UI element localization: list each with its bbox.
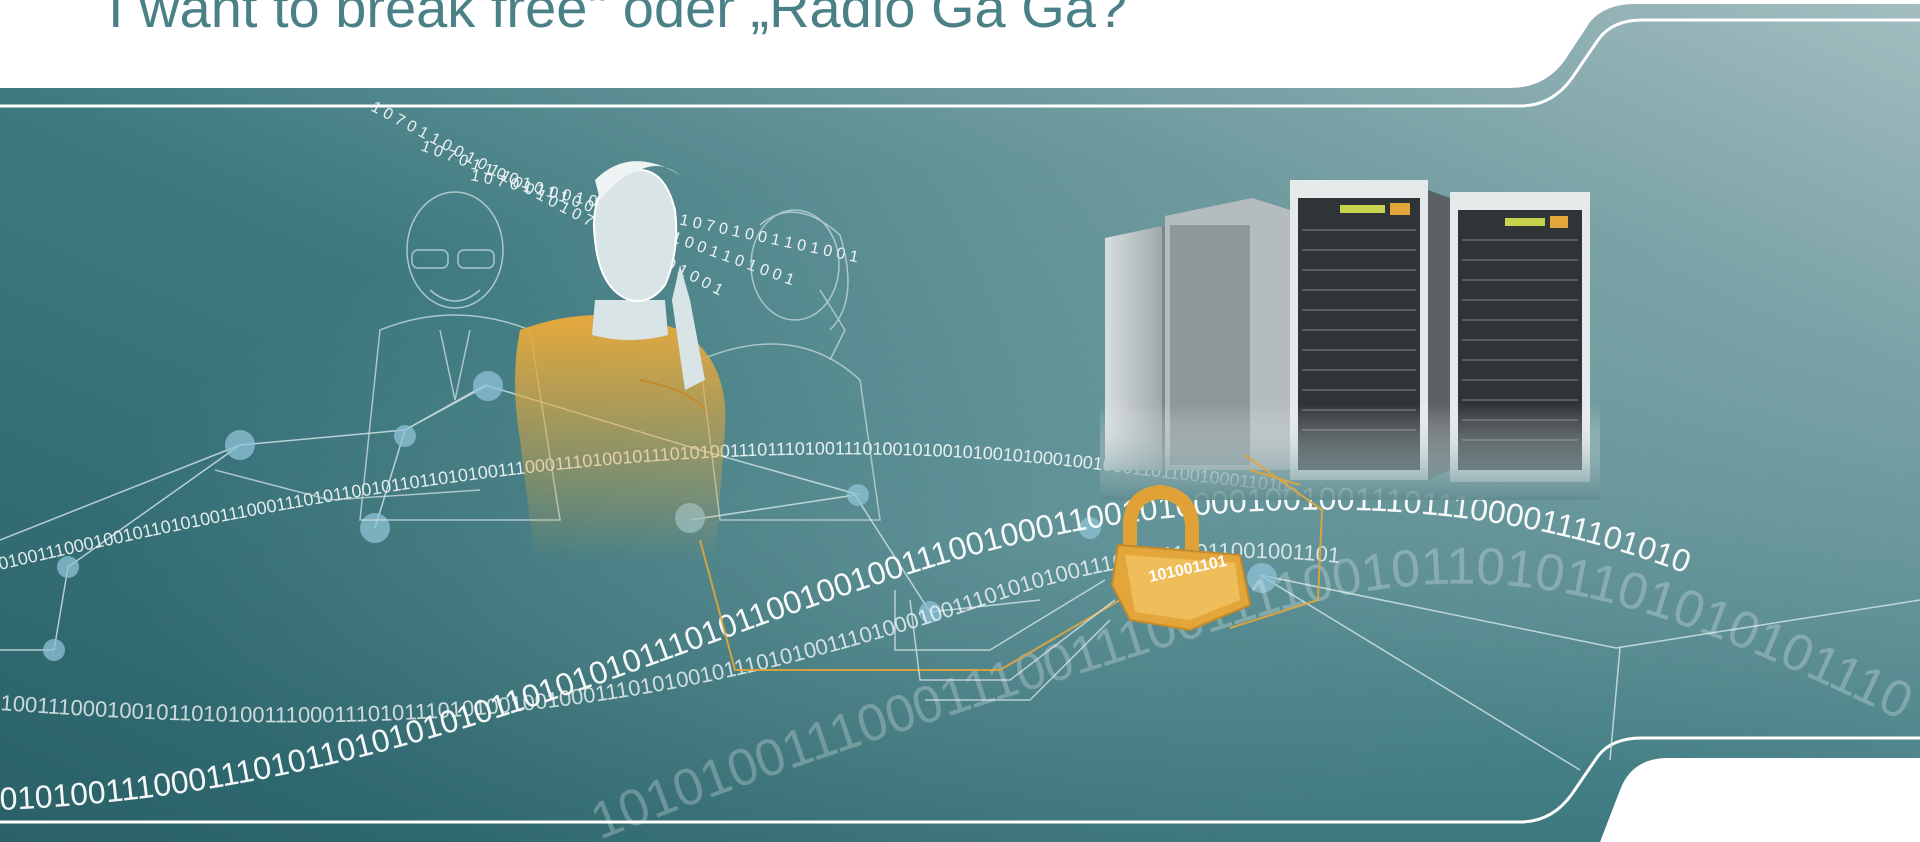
frame-corner-white: [1600, 758, 1920, 842]
server-rack-icon: [1100, 180, 1600, 500]
slide: I want to break free" oder „Radio Ga Ga?: [0, 0, 1920, 842]
hero-banner: 0100111000100101101010011100011101011001…: [0, 0, 1920, 842]
